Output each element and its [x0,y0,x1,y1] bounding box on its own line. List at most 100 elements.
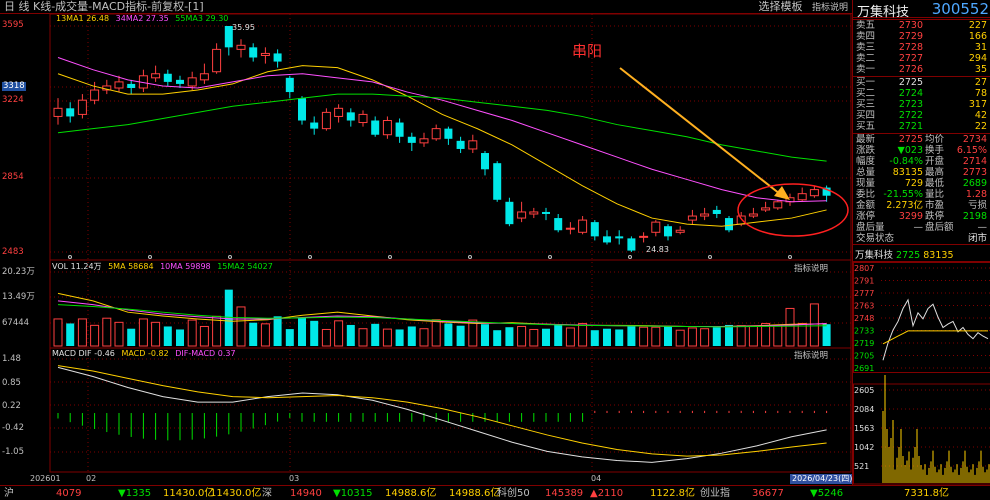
candle-body [298,98,306,121]
macd-legend-item: DIF-MACD 0.37 [175,349,236,358]
indicator-explain-button[interactable]: 指标说明 [812,3,848,13]
buy-row[interactable]: 买四 2722 42 [853,110,990,121]
index-item: 1122.8亿 [650,488,695,499]
volume-bar [187,319,197,347]
quote-volume: 42 [974,110,987,121]
macd-y-tick: -0.42 [2,423,24,433]
volume-bar [651,326,661,347]
stat-row: 涨跌 ▼023 换手 6.15% [853,145,990,156]
candle-body [565,227,575,230]
sell-row[interactable]: 卖一 2726 35 [853,64,990,75]
mini-y-tick: 2719 [854,339,874,348]
candle-body [260,52,270,56]
quote-price: 2725 [898,77,923,88]
volume-bar [603,328,611,346]
candle-body [761,207,771,211]
quote-label: 卖四 [856,31,876,42]
buy-row[interactable]: 买五 2721 22 [853,121,990,132]
volume-bar [382,328,392,347]
stat-cell: 最新 [856,134,876,145]
volume-bar [77,318,87,347]
event-marker [708,255,712,259]
stat-cell: 亏损 [967,200,987,211]
volume-bar [419,328,429,347]
intraday-chart[interactable]: 2807 2791 2777 2763 2748 2733 2719 2705 2691 2605… [853,262,990,485]
stat-cell: ▼023 [897,145,923,156]
volume-bar [176,329,184,346]
chart-header: 日 线 K线-成交量-MACD指标-前复权-[1] 选择模板 指标说明 [0,0,852,14]
candle-body [176,79,184,84]
candle-body [151,73,161,79]
candle-body [90,89,100,101]
stat-row: 涨停 3299 跌停 2198 [853,211,990,222]
mini-vol-tick: 1563 [854,424,874,433]
buy-row[interactable]: 买三 2723 317 [853,99,990,110]
candle-body [493,163,502,200]
mini-y-tick: 2763 [854,302,874,311]
event-marker [468,255,472,259]
low-label: 24.83 [646,245,669,254]
stat-cell: 盘后额 [925,222,954,233]
volume-bar [725,324,733,346]
candle-body [273,53,282,62]
vol-legend-item: 5MA 58684 [108,262,154,271]
quote-label: 卖五 [856,20,876,31]
stat-cell: 6.15% [956,145,987,156]
mini-y-tick: 2705 [854,352,874,361]
annotation-text: 串阳 [572,42,603,60]
volume-bar [809,303,819,347]
volume-bar [785,307,795,347]
volume-explain-button[interactable]: 指标说明 [794,262,829,274]
volume-bar [639,326,649,347]
ma13-line [57,65,827,227]
index-item: 7331.8亿 [904,488,949,499]
mini-vol-tick: 2084 [854,405,874,414]
period-title[interactable]: 日 线 K线-成交量-MACD指标-前复权-[1] [0,0,204,13]
candle-body [53,107,63,117]
index-item: 11430.0亿 [163,488,215,499]
candle-body [419,138,429,144]
candle-body [529,211,539,215]
candle-body [615,236,624,239]
event-marker [148,255,152,259]
chart-canvas[interactable] [0,0,852,485]
index-item: ▼10315 [333,488,373,499]
sell-row[interactable]: 卖三 2728 31 [853,42,990,53]
macd-legend-item: MACD -0.82 [121,349,169,358]
index-item: 11430.0亿 [210,488,262,499]
volume-bar [249,322,258,346]
ma-legend-item: 55MA3 29.30 [175,14,229,23]
vol-y-tick: 20.23万 [2,267,35,277]
volume-bar [468,319,478,347]
candle-body [809,189,819,197]
sell-row[interactable]: 卖五 2730 227 [853,20,990,31]
quote-label: 卖三 [856,42,876,53]
event-marker [788,255,792,259]
volume-bar [321,328,331,347]
vol-y-tick: 13.49万 [2,292,35,302]
stat-row: 金额 2.273亿 市盈 亏损 [853,200,990,211]
annotation-ellipse [737,183,849,237]
volume-legend: VOL 11.24万 5MA 58684 10MA 59898 15MA2 54… [52,262,273,272]
quote-price: 2721 [898,121,923,132]
macd-explain-button[interactable]: 指标说明 [794,349,829,361]
stat-cell: — [913,222,924,233]
buy-row[interactable]: 买二 2724 78 [853,88,990,99]
stat-cell: 2689 [962,178,987,189]
x-label: 04 [591,474,602,483]
vol-legend-item: 10MA 59898 [160,262,211,271]
candle-body [481,153,489,170]
quote-label: 买五 [856,121,876,132]
candle-body [371,120,380,135]
volume-bar [517,325,527,347]
macd-legend: MACD DIF -0.46 MACD -0.82 DIF-MACD 0.37 [52,349,236,359]
candle-body [66,108,75,117]
sell-row[interactable]: 卖四 2729 166 [853,31,990,42]
buy-row[interactable]: 买一 2725 27 [853,77,990,88]
volume-bar [664,326,672,346]
stat-row: 盘后量 — 盘后额 — [853,222,990,233]
stat-cell: 量比 [925,189,945,200]
sell-row[interactable]: 卖二 2727 294 [853,53,990,64]
quote-volume: 27 [974,77,987,88]
select-template-button[interactable]: 选择模板 [758,0,802,13]
